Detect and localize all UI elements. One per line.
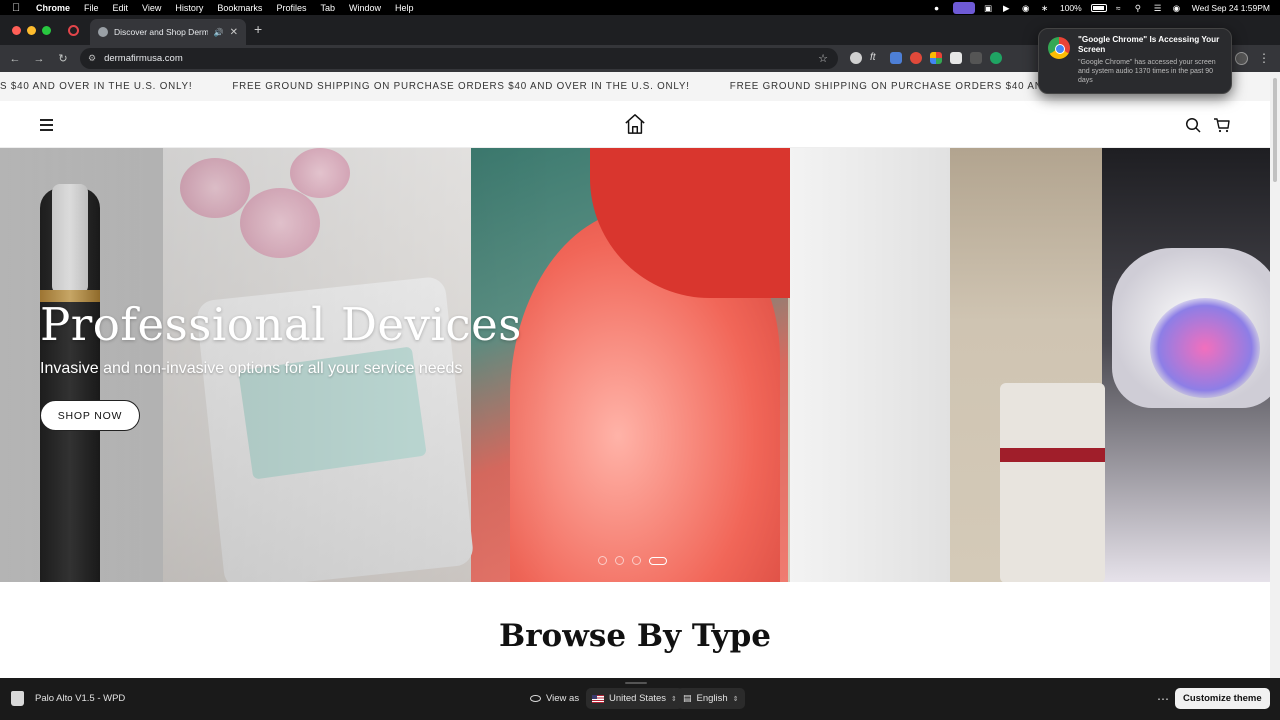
control-center-icon[interactable]: ☰ (1154, 3, 1164, 13)
cart-icon[interactable] (1213, 117, 1230, 133)
extension-red-icon[interactable] (910, 52, 922, 64)
chrome-logo-icon (1048, 37, 1070, 59)
zoom-window-button[interactable] (42, 26, 51, 35)
back-button[interactable]: ← (3, 53, 27, 65)
home-logo-icon[interactable] (624, 113, 646, 135)
extension-ft-icon[interactable]: ft (870, 52, 882, 64)
slide-indicators (598, 556, 667, 565)
new-tab-button[interactable]: + (254, 21, 262, 37)
site-header (0, 101, 1270, 148)
browser-tab-active[interactable]: Discover and Shop Derma 🔊 ✕ (90, 19, 246, 45)
hero-subtitle: Invasive and non-invasive options for al… (40, 360, 463, 377)
audio-playing-icon[interactable]: 🔊 (214, 28, 224, 37)
menu-bookmarks[interactable]: Bookmarks (217, 3, 262, 13)
announcement-text-partial: S $40 AND OVER IN THE U.S. ONLY! (0, 81, 193, 92)
practitioner-coat (790, 148, 950, 582)
announcement-text: FREE GROUND SHIPPING ON PURCHASE ORDERS … (232, 81, 690, 92)
window-controls (12, 26, 51, 35)
menu-window[interactable]: Window (349, 3, 381, 13)
bookmark-star-icon[interactable]: ☆ (818, 52, 828, 65)
extension-box-icon[interactable] (950, 52, 962, 64)
hamburger-menu-icon[interactable] (40, 119, 53, 131)
hero-title: Professional Devices (40, 298, 522, 351)
language-value: English (696, 693, 728, 704)
menu-app-name[interactable]: Chrome (36, 3, 70, 13)
site-info-icon[interactable]: ⚙ (88, 53, 96, 64)
menu-help[interactable]: Help (395, 3, 414, 13)
menu-clock[interactable]: Wed Sep 24 1:59PM (1192, 3, 1270, 13)
notification-body: "Google Chrome" has accessed your screen… (1078, 59, 1216, 84)
screen-share-icon[interactable] (952, 1, 975, 14)
translate-icon: ▤ (683, 693, 692, 703)
scrollbar-thumb[interactable] (1273, 78, 1277, 182)
country-selector[interactable]: United States ⇕ (586, 688, 683, 709)
site-favicon-icon (98, 27, 108, 37)
shopify-bag-icon (11, 691, 24, 706)
chrome-status-icon[interactable]: ◉ (1173, 3, 1183, 13)
bluetooth-icon[interactable]: ∗ (1041, 3, 1051, 13)
play-icon[interactable]: ▶ (1003, 3, 1013, 13)
drag-handle[interactable] (625, 682, 647, 684)
menu-history[interactable]: History (175, 3, 203, 13)
battery-icon[interactable] (1090, 3, 1107, 12)
hero-slideshow[interactable]: Professional Devices Invasive and non-in… (0, 148, 1270, 582)
tab-title: Discover and Shop Derma (114, 27, 208, 37)
battery-percent: 100% (1059, 2, 1082, 13)
display-icon[interactable]: ▣ (984, 3, 994, 13)
recording-icon[interactable] (68, 25, 79, 36)
spotlight-icon[interactable]: ⚲ (1135, 3, 1145, 13)
us-flag-icon (592, 694, 604, 703)
extensions-row: ft (850, 52, 1002, 64)
apple-icon[interactable]:  (12, 2, 24, 14)
extension-gamepad-icon[interactable] (970, 52, 982, 64)
menu-edit[interactable]: Edit (113, 3, 129, 13)
reload-button[interactable]: ↻ (51, 52, 75, 65)
treatment-machine-stripe (1000, 448, 1105, 462)
macos-menu-bar:  Chrome File Edit View History Bookmark… (0, 0, 1280, 15)
wifi-icon[interactable]: ≈ (1116, 3, 1126, 13)
user-icon[interactable]: ◉ (1022, 3, 1032, 13)
minimize-window-button[interactable] (27, 26, 36, 35)
menu-file[interactable]: File (84, 3, 99, 13)
eye-icon (530, 695, 541, 702)
url-text: dermafirmusa.com (104, 53, 183, 64)
search-icon[interactable] (1185, 117, 1201, 133)
extension-translate-icon[interactable] (890, 52, 902, 64)
screen-access-notification[interactable]: "Google Chrome" Is Accessing Your Screen… (1038, 28, 1232, 94)
section-title: Browse By Type (499, 618, 771, 654)
slide-dot-2[interactable] (615, 556, 624, 565)
view-as-label: View as (530, 693, 579, 704)
theme-name: Palo Alto V1.5 - WPD (35, 693, 126, 704)
menu-view[interactable]: View (142, 3, 161, 13)
close-tab-icon[interactable]: ✕ (230, 27, 238, 38)
slide-dot-4-active[interactable] (649, 556, 667, 565)
browse-section: Browse By Type (0, 582, 1270, 678)
extension-circle-icon[interactable] (850, 52, 862, 64)
address-bar[interactable]: ⚙ dermafirmusa.com ☆ (80, 48, 838, 69)
microphone-icon[interactable]: ● (934, 3, 944, 13)
more-options-icon[interactable]: ⋯ (1157, 692, 1169, 706)
language-selector[interactable]: ▤ English ⇕ (677, 688, 745, 709)
page-scrollbar[interactable] (1270, 72, 1280, 678)
close-window-button[interactable] (12, 26, 21, 35)
profile-avatar[interactable] (1235, 51, 1248, 65)
view-as-text: View as (546, 693, 580, 704)
slide-dot-1[interactable] (598, 556, 607, 565)
chrome-menu-icon[interactable]: ⋮ (1258, 51, 1270, 65)
slide-dot-3[interactable] (632, 556, 641, 565)
theme-preview-bar: Palo Alto V1.5 - WPD View as United Stat… (0, 678, 1280, 720)
notification-title: "Google Chrome" Is Accessing Your Screen (1078, 35, 1220, 54)
treatment-machine (1000, 383, 1105, 582)
chevron-updown-icon: ⇕ (732, 695, 739, 703)
menu-profiles[interactable]: Profiles (276, 3, 306, 13)
extension-grammarly-icon[interactable] (990, 52, 1002, 64)
customize-theme-button[interactable]: Customize theme (1175, 688, 1270, 709)
forward-button[interactable]: → (27, 53, 51, 65)
led-dome-glow (1150, 298, 1260, 398)
extension-color-icon[interactable] (930, 52, 942, 64)
web-page: S $40 AND OVER IN THE U.S. ONLY! FREE GR… (0, 72, 1270, 678)
shop-now-button[interactable]: SHOP NOW (40, 400, 140, 431)
menu-tab[interactable]: Tab (320, 3, 335, 13)
country-value: United States (609, 693, 667, 704)
